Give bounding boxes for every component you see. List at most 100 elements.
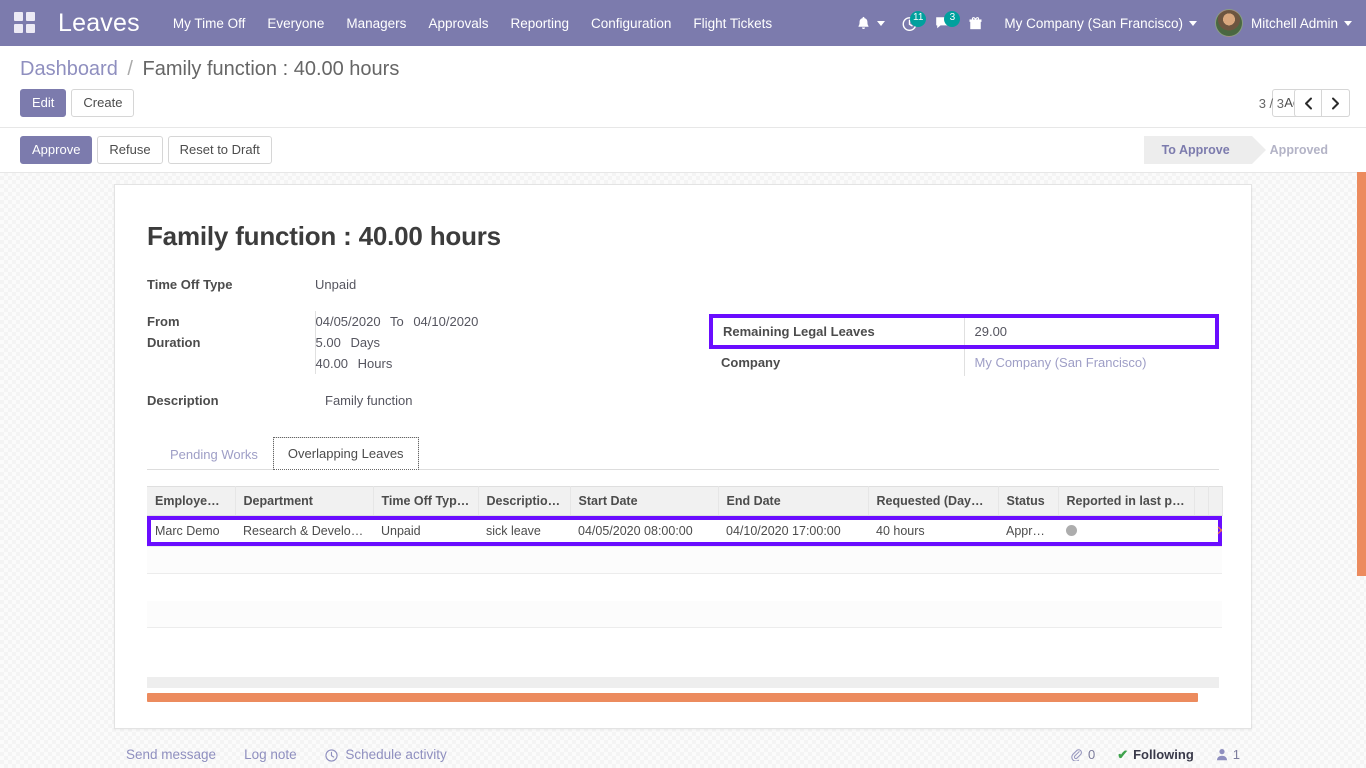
cell-time-off-type[interactable]: Unpaid (373, 515, 478, 547)
followers-count: 1 (1232, 747, 1240, 762)
app-brand-leaves[interactable]: Leaves (58, 9, 140, 38)
attachments-counter[interactable]: 0 (1070, 747, 1095, 762)
vertical-scrollbar-thumb[interactable] (1357, 172, 1366, 576)
label-company: Company (721, 355, 781, 370)
pager-next-button[interactable] (1322, 89, 1350, 117)
value-time-off-type[interactable]: Unpaid (315, 274, 683, 295)
column-header-requested[interactable]: Requested (Days/… (868, 486, 999, 516)
delete-row-icon[interactable]: ✕ (1216, 523, 1222, 538)
chatter-status: 0 ✔ Following 1 (1070, 747, 1240, 763)
paperclip-icon (1071, 749, 1082, 761)
bell-icon[interactable] (849, 11, 892, 35)
user-menu[interactable]: Mitchell Admin (1205, 6, 1356, 40)
value-duration-hours[interactable]: 40.00 Hours (314, 353, 683, 374)
company-link[interactable]: My Company (San Francisco) (975, 355, 1147, 370)
form-right-column: Remaining Legal Leaves 29.00 Company My … (683, 274, 1219, 376)
column-header-status[interactable]: Status (998, 486, 1059, 516)
tab-pending-works[interactable]: Pending Works (155, 438, 273, 470)
to-date: 04/10/2020 (413, 314, 479, 329)
status-bar: To Approve Approved (1143, 136, 1350, 164)
pager: 3 / 3 (1259, 89, 1350, 117)
menu-item-flight-tickets[interactable]: Flight Tickets (682, 10, 783, 37)
menu-item-reporting[interactable]: Reporting (499, 10, 580, 37)
table-header-row: Employee… Department Time Off Type… Desc… (147, 486, 1223, 516)
pager-previous-button[interactable] (1294, 89, 1322, 117)
column-header-department[interactable]: Department (235, 486, 374, 516)
column-header-spacer-2 (1208, 486, 1223, 516)
company-selector[interactable]: My Company (San Francisco) (992, 11, 1203, 36)
value-description[interactable]: Family function (315, 390, 1219, 411)
company-name: My Company (San Francisco) (1004, 15, 1183, 31)
cell-end-date[interactable]: 04/10/2020 17:00:00 (718, 515, 868, 547)
followers-counter[interactable]: 1 (1216, 747, 1240, 762)
field-duration-days: Duration 5.00 Days (147, 332, 683, 353)
vertical-scrollbar-track[interactable] (1357, 172, 1366, 768)
column-header-employee[interactable]: Employee… (147, 486, 236, 516)
table-row[interactable]: Marc Demo Research & Develo… Unpaid sick… (147, 515, 1222, 547)
breadcrumb-separator: / (127, 58, 133, 80)
edit-button[interactable]: Edit (20, 89, 67, 117)
log-note-button[interactable]: Log note (244, 747, 297, 762)
column-header-end-date[interactable]: End Date (718, 486, 869, 516)
breadcrumb-current: Family function : 40.00 hours (142, 58, 400, 80)
column-header-start-date[interactable]: Start Date (570, 486, 719, 516)
menu-item-my-time-off[interactable]: My Time Off (162, 10, 257, 37)
value-from-range[interactable]: 04/05/2020 To 04/10/2020 (314, 311, 683, 332)
chevron-down-icon (1344, 20, 1352, 26)
label-duration: Duration (147, 335, 201, 350)
column-header-reported-last-payslip[interactable]: Reported in last p… (1058, 486, 1195, 516)
gift-icon[interactable] (961, 11, 990, 35)
menu-item-configuration[interactable]: Configuration (580, 10, 682, 37)
value-company[interactable]: My Company (San Francisco) (963, 347, 1217, 376)
clock-icon (324, 749, 338, 762)
send-message-button[interactable]: Send message (126, 747, 216, 762)
horizontal-scrollbar-track[interactable] (147, 676, 1219, 688)
apps-grid-square (26, 24, 35, 33)
tab-overlapping-leaves[interactable]: Overlapping Leaves (272, 437, 419, 470)
horizontal-scrollbar-thumb[interactable] (147, 692, 1198, 702)
breadcrumb-dashboard[interactable]: Dashboard (20, 58, 118, 80)
chevron-down-icon (877, 20, 886, 26)
schedule-activity-button[interactable]: Schedule activity (324, 747, 447, 762)
apps-grid-square (14, 12, 23, 21)
top-navbar: Leaves My Time Off Everyone Managers App… (0, 0, 1366, 46)
cell-reported-last-payslip[interactable] (1058, 515, 1194, 547)
create-button[interactable]: Create (71, 89, 135, 117)
field-description: Description Family function (147, 390, 1219, 411)
column-header-description[interactable]: Description… (478, 486, 571, 516)
status-stage-to-approve[interactable]: To Approve (1143, 136, 1266, 164)
reset-to-draft-button[interactable]: Reset to Draft (167, 136, 272, 164)
cell-start-date[interactable]: 04/05/2020 08:00:00 (570, 515, 718, 547)
spacer (147, 295, 683, 311)
pager-value: 3 / 3 (1258, 95, 1284, 111)
menu-item-approvals[interactable]: Approvals (417, 10, 499, 37)
value-remaining-legal-leaves[interactable]: 29.00 (963, 316, 1217, 347)
cell-spacer-1 (1194, 515, 1208, 547)
approve-button[interactable]: Approve (20, 136, 93, 164)
cell-requested[interactable]: 40 hours (868, 515, 998, 547)
value-duration-days[interactable]: 5.00 Days (314, 332, 683, 353)
duration-days-unit: Days (350, 335, 381, 350)
cell-description[interactable]: sick leave (478, 515, 570, 547)
following-toggle[interactable]: ✔ Following (1117, 747, 1194, 763)
schedule-activity-label: Schedule activity (345, 747, 447, 762)
field-description-table: Description Family function (147, 390, 1219, 411)
duration-hours-unit: Hours (357, 356, 393, 371)
refuse-button[interactable]: Refuse (97, 136, 163, 164)
apps-grid-icon[interactable] (14, 12, 36, 34)
cell-department[interactable]: Research & Develo… (235, 515, 373, 547)
cell-employee[interactable]: Marc Demo (147, 515, 235, 547)
menu-item-everyone[interactable]: Everyone (256, 10, 335, 37)
messages-chat-icon[interactable]: 3 (927, 11, 961, 35)
column-header-time-off-type[interactable]: Time Off Type… (373, 486, 479, 516)
cell-status[interactable]: Approved (998, 515, 1058, 547)
activity-clock-icon[interactable]: 11 (894, 10, 927, 36)
label-time-off-type: Time Off Type (147, 277, 233, 292)
empty-row (147, 546, 1222, 574)
cell-delete-row[interactable]: ✕ (1208, 515, 1222, 547)
menu-item-managers[interactable]: Managers (335, 10, 417, 37)
status-stage-approved[interactable]: Approved (1252, 136, 1350, 164)
chatter: Send message Log note Schedule activity … (114, 747, 1252, 763)
control-buttons-row: Edit Create Action 3 / 3 (0, 85, 1366, 127)
label-duration-hours-empty (147, 353, 315, 374)
